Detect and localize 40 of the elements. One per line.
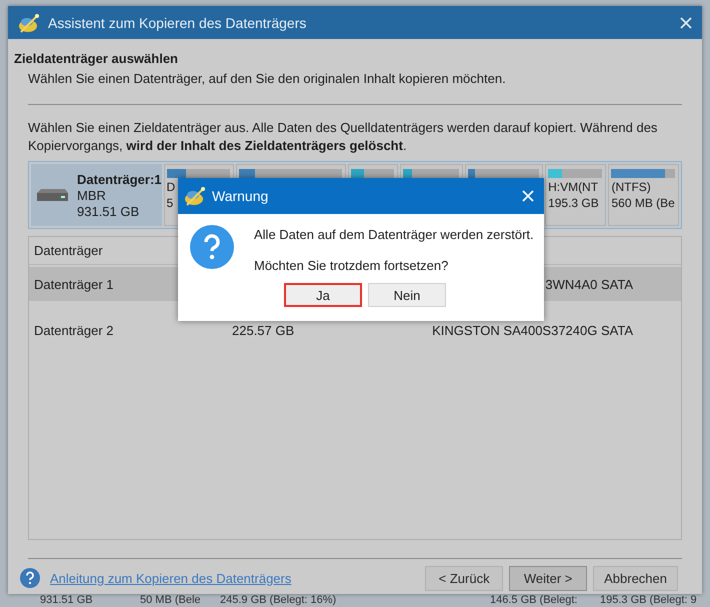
table-cell-text: Datenträger 2 [33,322,114,338]
background-text: 931.51 GB [40,594,94,607]
wand-icon [18,12,40,32]
step-subtitle: Wählen Sie einen Datenträger, auf den Sie den originalen Inhalt kopieren möchten. [28,71,507,86]
dialog-button[interactable]: Nein [368,283,446,307]
background-text: 50 MB (Bele [140,594,202,607]
wand-icon [184,186,206,206]
wizard-button[interactable]: Abbrechen [593,566,678,590]
table-cell-text: Datenträger 1 [33,276,114,292]
dialog-question: Möchten Sie trotzdem fortsetzen? [254,258,450,273]
description-text: Wählen Sie einen Zieldatenträger aus. Alle Daten des Quelldatenträgers werden darauf kopiert. Während des Kopiervorgangs, wird der Inhalt des Zieldatenträgers gelöscht. [28,119,658,155]
disk-size: 931.51 GB [77,204,140,218]
background-text: 195.3 GB (Belegt: 9 [600,594,698,607]
hard-drive-icon [35,188,69,202]
close-icon[interactable] [680,16,692,28]
disk-name: Datenträger:1 [77,172,162,186]
dialog-button[interactable]: Ja [284,283,362,307]
disk-type: MBR [77,188,107,202]
partition-card[interactable]: H:VM(NT 195.3 GB [545,164,606,226]
window-title: Assistent zum Kopieren des Datenträgers [48,14,308,30]
wizard-button[interactable]: Weiter > [509,566,588,590]
partition-label: D [166,180,176,194]
table-cell: 3WN4A0 SATA [545,276,633,292]
background-text: 245.9 GB (Belegt: 16%) [220,594,338,607]
table-cell-text: 225.57 GB [231,322,296,338]
table-cell: KINGSTON SA400S37240G SATA [432,322,633,338]
question-icon [190,225,234,269]
partition-label: (NTFS) [611,180,652,194]
help-icon [20,568,40,588]
wizard-button[interactable]: < Zurück [425,566,504,590]
dialog-message: Alle Daten auf dem Datenträger werden zerstört. [254,227,534,242]
dialog-title: Warnung [212,188,270,204]
column-header[interactable]: Datenträger [29,243,103,258]
partition-card[interactable]: (NTFS) 560 MB (Be [608,164,679,226]
step-title: Zieldatenträger auswählen [14,51,179,66]
partition-size: 195.3 GB [548,196,600,210]
background-text: 146.5 GB (Belegt: [490,594,578,607]
partition-label: H:VM(NT [548,180,600,194]
disk-card[interactable]: Datenträger:1 MBR 931.51 GB [31,164,162,226]
partition-size: 560 MB (Be [611,196,675,210]
